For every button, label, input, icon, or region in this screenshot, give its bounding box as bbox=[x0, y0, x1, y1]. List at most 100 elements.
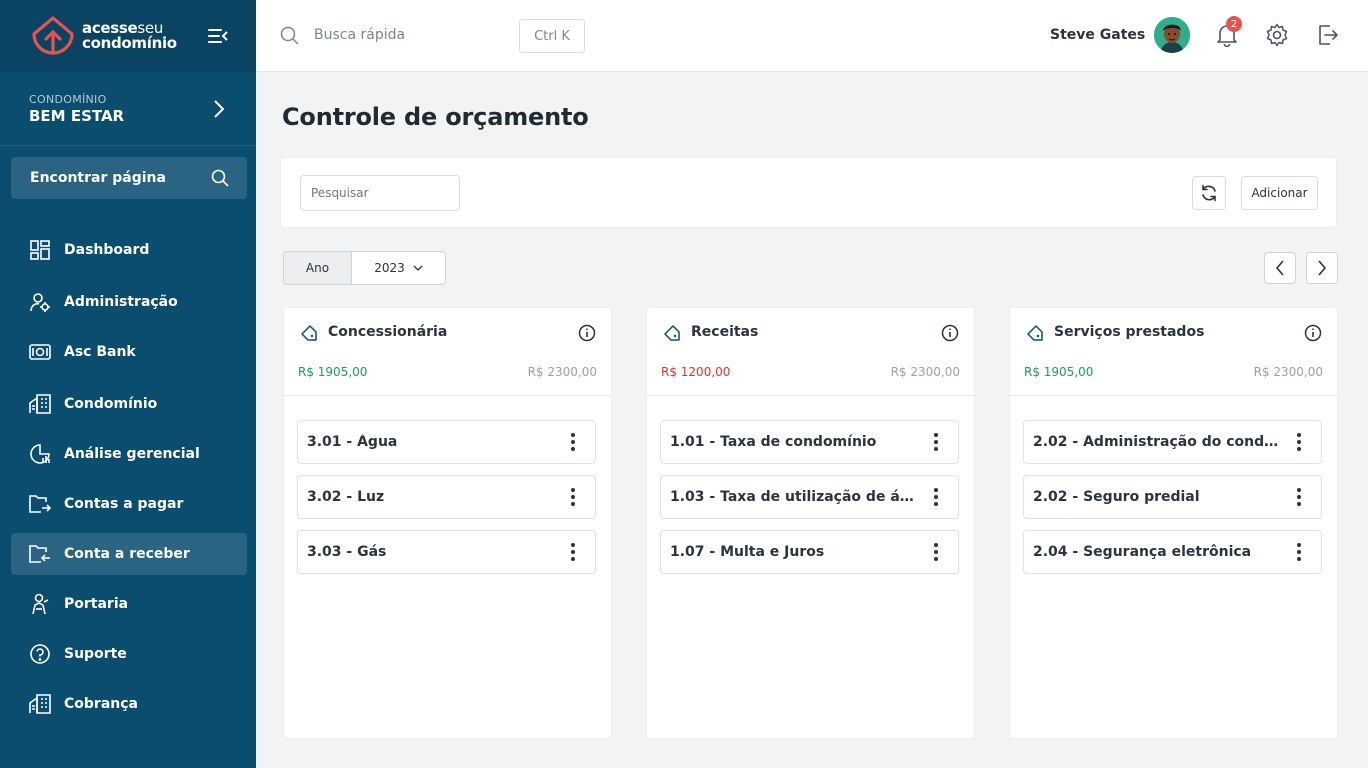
bank-icon bbox=[29, 341, 51, 363]
sidebar-header: acesseseu condomínio bbox=[0, 0, 256, 72]
budget-item[interactable]: 1.03 - Taxa de utilização de área comum bbox=[660, 475, 959, 519]
folder-out-icon bbox=[29, 493, 51, 515]
column-title: Concessionária bbox=[328, 324, 448, 340]
budget-item-label: 3.01 - Água bbox=[307, 434, 398, 450]
info-icon[interactable] bbox=[941, 324, 959, 342]
spent-amount: R$ 1905,00 bbox=[298, 365, 368, 379]
condo-name: BEM ESTAR bbox=[29, 106, 125, 125]
budget-column-servicos: Serviços prestados R$ 1905,00 R$ 2300,00… bbox=[1009, 307, 1338, 739]
budget-item-list: 3.01 - Água 3.02 - Luz 3.03 - Gás bbox=[284, 396, 611, 574]
budget-column-concessionaria: Concessionária R$ 1905,00 R$ 2300,00 3.0… bbox=[283, 307, 612, 739]
folder-in-icon bbox=[29, 543, 51, 565]
budget-item-label: 1.03 - Taxa de utilização de área comum bbox=[670, 489, 916, 505]
budget-column-receitas: Receitas R$ 1200,00 R$ 2300,00 1.01 - Ta… bbox=[646, 307, 975, 739]
condo-selector[interactable]: CONDOMÍNIO BEM ESTAR bbox=[0, 72, 256, 146]
notification-badge: 2 bbox=[1226, 16, 1242, 32]
sidebar-item-conta-receber[interactable]: Conta a receber bbox=[11, 533, 247, 575]
budget-item-label: 2.02 - Administração do condomínio bbox=[1033, 434, 1279, 450]
budget-item[interactable]: 1.07 - Multa e Juros bbox=[660, 530, 959, 574]
refresh-button[interactable] bbox=[1192, 176, 1226, 210]
sidebar-item-label: Conta a receber bbox=[64, 546, 190, 562]
info-icon[interactable] bbox=[578, 324, 596, 342]
year-value: 2023 bbox=[374, 261, 405, 275]
kebab-menu-icon[interactable] bbox=[571, 433, 575, 451]
search-input[interactable] bbox=[300, 175, 460, 211]
sidebar-item-label: Condomínio bbox=[64, 396, 158, 412]
sidebar-item-asc-bank[interactable]: Asc Bank bbox=[11, 331, 247, 373]
prev-button[interactable] bbox=[1264, 252, 1296, 284]
page-title: Controle de orçamento bbox=[282, 103, 589, 131]
brand-logo[interactable]: acesseseu condomínio bbox=[30, 15, 177, 57]
kebab-menu-icon[interactable] bbox=[1297, 488, 1301, 506]
gear-icon[interactable] bbox=[1265, 23, 1289, 47]
budget-amount: R$ 2300,00 bbox=[527, 365, 597, 379]
kebab-menu-icon[interactable] bbox=[934, 433, 938, 451]
sidebar-item-dashboard[interactable]: Dashboard bbox=[11, 229, 247, 271]
sidebar-item-administracao[interactable]: Administração bbox=[11, 281, 247, 323]
budget-item[interactable]: 2.04 - Segurança eletrônica bbox=[1023, 530, 1322, 574]
quick-search-input[interactable]: Busca rápida bbox=[314, 27, 405, 43]
sidebar-item-condominio[interactable]: Condomínio bbox=[11, 383, 247, 425]
info-icon[interactable] bbox=[1304, 324, 1322, 342]
spent-amount: R$ 1905,00 bbox=[1024, 365, 1094, 379]
budget-item[interactable]: 1.01 - Taxa de condomínio bbox=[660, 420, 959, 464]
add-button[interactable]: Adicionar bbox=[1241, 176, 1318, 210]
spent-amount: R$ 1200,00 bbox=[661, 365, 731, 379]
budget-item-label: 1.01 - Taxa de condomínio bbox=[670, 434, 877, 450]
budget-amount: R$ 2300,00 bbox=[1253, 365, 1323, 379]
tag-icon bbox=[664, 325, 680, 341]
building-icon bbox=[29, 393, 51, 415]
refresh-icon bbox=[1202, 184, 1216, 202]
budget-item[interactable]: 3.01 - Água bbox=[297, 420, 596, 464]
kebab-menu-icon[interactable] bbox=[934, 488, 938, 506]
tag-icon bbox=[301, 325, 317, 341]
chevron-right-icon bbox=[214, 99, 224, 118]
sidebar-item-analise[interactable]: Análise gerencial bbox=[11, 433, 247, 475]
column-title: Serviços prestados bbox=[1054, 324, 1205, 340]
help-icon bbox=[29, 643, 51, 665]
sidebar-item-portaria[interactable]: Portaria bbox=[11, 583, 247, 625]
house-logo-icon bbox=[32, 16, 74, 55]
budget-item[interactable]: 3.03 - Gás bbox=[297, 530, 596, 574]
budget-item-label: 2.02 - Seguro predial bbox=[1033, 489, 1200, 505]
building-icon bbox=[29, 693, 51, 715]
filter-bar: Adicionar bbox=[280, 157, 1337, 228]
column-header: Serviços prestados R$ 1905,00 R$ 2300,00 bbox=[1010, 308, 1337, 396]
kebab-menu-icon[interactable] bbox=[1297, 543, 1301, 561]
chart-icon bbox=[29, 443, 51, 465]
budget-item-label: 1.07 - Multa e Juros bbox=[670, 544, 825, 560]
kebab-menu-icon[interactable] bbox=[571, 488, 575, 506]
sidebar-item-contas-pagar[interactable]: Contas a pagar bbox=[11, 483, 247, 525]
year-select[interactable]: 2023 bbox=[352, 252, 445, 284]
kebab-menu-icon[interactable] bbox=[571, 543, 575, 561]
find-page-label: Encontrar página bbox=[30, 170, 166, 186]
kebab-menu-icon[interactable] bbox=[1297, 433, 1301, 451]
search-icon bbox=[211, 169, 229, 187]
avatar[interactable] bbox=[1154, 17, 1190, 53]
sidebar-item-label: Cobrança bbox=[64, 696, 138, 712]
budget-item[interactable]: 2.02 - Seguro predial bbox=[1023, 475, 1322, 519]
budget-amount: R$ 2300,00 bbox=[890, 365, 960, 379]
logout-icon[interactable] bbox=[1316, 23, 1340, 47]
collapse-menu-icon[interactable] bbox=[208, 28, 228, 44]
next-button[interactable] bbox=[1306, 252, 1338, 284]
sidebar-nav: Dashboard Administração Asc Bank Condomí… bbox=[11, 229, 247, 733]
user-name[interactable]: Steve Gates bbox=[1050, 27, 1145, 43]
chevron-left-icon bbox=[1275, 260, 1284, 276]
sidebar: acesseseu condomínio CONDOMÍNIO BEM ESTA… bbox=[0, 0, 256, 768]
find-page-input[interactable]: Encontrar página bbox=[11, 157, 247, 199]
condo-label: CONDOMÍNIO bbox=[29, 92, 107, 106]
column-header: Concessionária R$ 1905,00 R$ 2300,00 bbox=[284, 308, 611, 396]
budget-item-label: 3.02 - Luz bbox=[307, 489, 385, 505]
sidebar-item-suporte[interactable]: Suporte bbox=[11, 633, 247, 675]
sidebar-item-label: Dashboard bbox=[64, 242, 150, 258]
budget-item-list: 1.01 - Taxa de condomínio 1.03 - Taxa de… bbox=[647, 396, 974, 574]
kebab-menu-icon[interactable] bbox=[934, 543, 938, 561]
budget-item[interactable]: 2.02 - Administração do condomínio bbox=[1023, 420, 1322, 464]
chevron-right-icon bbox=[1318, 260, 1327, 276]
budget-item[interactable]: 3.02 - Luz bbox=[297, 475, 596, 519]
budget-item-list: 2.02 - Administração do condomínio 2.02 … bbox=[1010, 396, 1337, 574]
year-label: Ano bbox=[284, 252, 352, 284]
sidebar-item-cobranca[interactable]: Cobrança bbox=[11, 683, 247, 725]
sidebar-item-label: Contas a pagar bbox=[64, 496, 184, 512]
